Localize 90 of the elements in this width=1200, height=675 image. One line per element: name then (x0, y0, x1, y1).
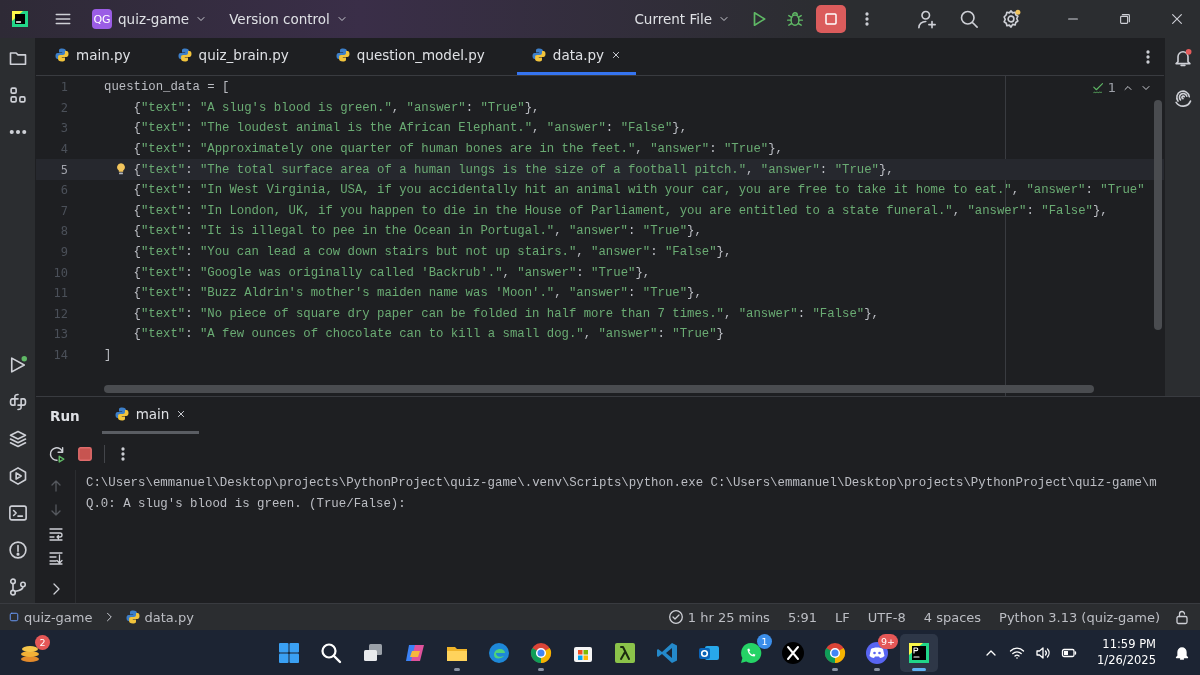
terminal-icon[interactable] (7, 503, 28, 523)
status-item[interactable]: LF (831, 609, 854, 625)
notifications-icon[interactable] (1172, 48, 1193, 68)
problems-icon[interactable] (7, 540, 28, 560)
notification-badge: 1 (757, 633, 772, 649)
settings-icon (1001, 9, 1021, 29)
status-item[interactable]: 5:91 (783, 609, 822, 625)
chrome-browser-icon[interactable] (823, 640, 847, 665)
line-number: 5 (59, 162, 68, 177)
inspection-indicator[interactable]: 1 (1091, 80, 1116, 95)
stop-icon (823, 11, 839, 27)
services-icon[interactable] (7, 466, 28, 486)
code-line: {"text": "The total surface area of a human lungs is the size of a football pitch.", "answer": "True"}, (133, 162, 894, 177)
module-icon (8, 611, 20, 623)
python-file-icon (334, 47, 351, 63)
vertical-scrollbar[interactable] (1154, 100, 1162, 330)
code-line: {"text": "The loudest animal is the African Elephant.", "answer": "False"}, (133, 121, 688, 136)
code-line: {"text": "Google was originally called 'Backrub'.", "answer": "True"}, (133, 265, 651, 280)
code-line: {"text": "A few ounces of chocolate can to kill a small dog.", "answer": "True"} (133, 327, 724, 342)
chat-bubble-icon[interactable] (739, 640, 763, 665)
system-clock[interactable]: 11:59 PM 1/26/2025 (1097, 637, 1156, 668)
running-indicator (454, 667, 460, 671)
status-item[interactable]: UTF-8 (863, 609, 910, 625)
search-icon[interactable] (319, 640, 343, 665)
code-line: {"text": "It is illegal to pee in the Ocean in Portugal.", "answer": "True"}, (133, 224, 702, 239)
project-badge: QG (92, 9, 112, 29)
python-file-icon (530, 47, 547, 63)
notification-bell-icon[interactable] (1174, 644, 1190, 661)
lambda-icon[interactable] (613, 640, 637, 665)
code-line: {"text": "Buzz Aldrin's mother's maiden name was 'Moon'.", "answer": "True"}, (133, 286, 702, 301)
code-line: {"text": "In London, UK, if you happen to die in the House of Parliament, you are entitled to a state funeral.", "answer": "False"}, (133, 203, 1108, 218)
edge-browser-icon[interactable] (487, 640, 511, 665)
run-tab[interactable]: main (101, 397, 200, 434)
file-tab[interactable]: quiz_brain.py (162, 38, 303, 75)
soft-wrap-icon[interactable] (47, 526, 64, 542)
ide-app-icon[interactable] (907, 640, 931, 665)
stop-icon[interactable] (76, 445, 94, 463)
code-line: question_data = [ (104, 80, 230, 95)
running-indicator (832, 667, 838, 671)
run-configuration-selector[interactable]: Current File (626, 7, 738, 31)
python-file-icon (54, 47, 70, 63)
check-icon (1091, 80, 1106, 95)
x-logo-icon[interactable] (781, 640, 805, 665)
restore-icon (1118, 12, 1132, 26)
python-file-icon (124, 609, 141, 625)
code-line: {"text": "In West Virginia, USA, if you accidentally hit an animal with your car, you are free to take it home to eat.", "answer": "True" (133, 183, 1145, 198)
status-item[interactable]: 4 spaces (919, 609, 986, 625)
code-line: {"text": "A slug's blood is green.", "answer": "True"}, (133, 100, 540, 115)
running-indicator (538, 667, 544, 671)
running-indicator (912, 667, 926, 671)
time-tracker[interactable]: 1 hr 25 mins (663, 609, 774, 625)
structure-icon[interactable] (7, 85, 28, 105)
code-line: {"text": "You can lead a cow down stairs but not up stairs.", "answer": "False"}, (133, 245, 732, 260)
lightbulb-icon[interactable] (114, 162, 128, 177)
code-line: {"text": "Approximately one quarter of human bones are in the feet.", "answer": "True"}, (133, 142, 783, 157)
project-selector[interactable]: QG quiz-game (84, 5, 216, 33)
console-output-line: Q.0: A slug's blood is green. (True/False): (86, 495, 407, 513)
scroll-to-end-icon[interactable] (47, 550, 64, 566)
notification-badge: 2 (35, 634, 50, 650)
rerun-icon[interactable] (48, 445, 66, 463)
layers-icon[interactable] (7, 429, 28, 449)
file-tab[interactable]: main.py (40, 38, 145, 75)
chrome-browser-icon[interactable] (529, 640, 553, 665)
add-user-icon (917, 9, 937, 29)
code-editor-icon[interactable] (655, 640, 679, 665)
python-file-icon (176, 47, 193, 63)
bug-icon (786, 10, 804, 28)
status-item[interactable]: Python 3.13 (quiz-game) (995, 609, 1164, 625)
code-line: {"text": "No piece of square dry paper can be folded in half more than 7 times.", "answer": "False"}, (133, 306, 879, 321)
search-icon (959, 9, 979, 29)
python-file-icon (113, 406, 130, 422)
running-indicator (874, 667, 880, 671)
breadcrumb[interactable]: quiz-game (8, 609, 93, 625)
lock-open-icon[interactable] (1174, 609, 1190, 625)
stop-button[interactable] (816, 5, 846, 33)
code-line: ] (104, 348, 112, 362)
version-control-menu[interactable]: Version control (221, 7, 356, 31)
horizontal-scrollbar[interactable] (104, 385, 1094, 393)
file-tab[interactable]: data.py (516, 38, 637, 75)
ide-logo-icon[interactable] (10, 9, 30, 29)
console-output-line: C:\Users\emmanuel\Desktop\projects\PythonProject\quiz-game\.venv\Scripts\python.exe C:\Users\emmanuel\Desktop\projects\PythonProject\quiz-game\m (86, 474, 1157, 492)
git-branch-icon[interactable] (7, 577, 28, 597)
notification-badge: 9+ (878, 633, 898, 649)
file-tab[interactable]: question_model.py (320, 38, 499, 75)
spiral-icon[interactable] (1172, 88, 1193, 108)
run-panel-title: Run (50, 407, 80, 424)
close-icon (1170, 12, 1184, 26)
breadcrumb[interactable]: data.py (124, 609, 194, 625)
clock-check-icon (667, 609, 684, 625)
windows-start-icon[interactable] (277, 640, 301, 665)
